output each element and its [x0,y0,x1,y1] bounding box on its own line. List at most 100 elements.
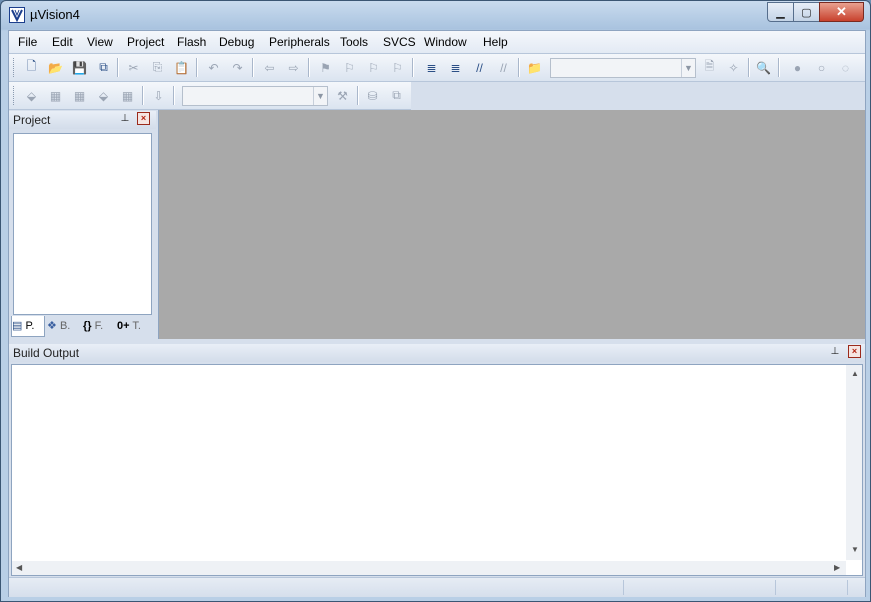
menu-bar: File Edit View Project Flash Debug Perip… [9,31,865,54]
menu-flash[interactable]: Flash [177,35,206,49]
project-panel-title: Project [13,113,51,127]
translate-icon[interactable]: ⬙ [23,87,40,104]
pin-icon[interactable]: ⊥ [829,346,841,358]
menu-file[interactable]: File [18,35,37,49]
horizontal-scrollbar[interactable]: ◀ ▶ [12,561,846,575]
menu-help[interactable]: Help [483,35,508,49]
tab-label: F. [94,320,104,332]
file-toolbar: 🗋 📂 💾 ⧉ ✂ ⎘ 📋 ↶ ↷ ⇦ ⇨ ⚑ ⚐ ⚐ ⚐ ≣ ≣ // // [9,54,865,82]
breakpoints-icon[interactable]: ◌ [837,59,854,76]
select-packet-icon[interactable]: ⧉ [388,87,405,104]
toolbar-separator [173,86,175,105]
paste-icon[interactable]: 📋 [173,59,190,76]
close-icon[interactable]: × [137,112,150,125]
minimize-button[interactable]: ▁ [767,2,794,22]
menu-tools[interactable]: Tools [340,35,368,49]
build-toolbar: ⬙ ▦ ▦ ⬙ ▦ ⇩ ▼ ⚒ ⛁ ⧉ [9,82,411,110]
bookmark-prev-icon[interactable]: ⚐ [341,59,358,76]
cut-icon[interactable]: ✂ [125,59,142,76]
pin-icon[interactable]: ⊥ [119,113,131,125]
project-panel-tabs: ▤ P. ❖ B. {} F. 0+ T. [11,316,154,338]
toolbar-separator [778,58,780,77]
client-area: File Edit View Project Flash Debug Perip… [8,30,866,597]
batch-build-icon[interactable]: ⬙ [95,87,112,104]
nav-back-icon[interactable]: ⇦ [261,59,278,76]
comment-icon[interactable]: // [471,59,488,76]
build-icon[interactable]: ▦ [47,87,64,104]
books-tab-icon: ❖ [47,320,57,332]
menu-view[interactable]: View [87,35,113,49]
nav-forward-icon[interactable]: ⇨ [285,59,302,76]
functions-tab-icon: {} [83,320,92,332]
download-icon[interactable]: ⇩ [150,87,167,104]
window-title: µVision4 [30,7,80,22]
redo-icon[interactable]: ↷ [229,59,246,76]
target-combo[interactable]: ▼ [182,86,328,106]
tab-books[interactable]: ❖ B. [47,316,79,336]
toolbar-grip[interactable] [13,58,17,77]
toolbar-separator [142,86,144,105]
find-in-files-icon[interactable]: 📁 [526,59,543,76]
main-window: µVision4 ▁ ▢ ✕ File Edit View Project Fl… [0,0,871,602]
find-combo[interactable]: ▼ [550,58,696,78]
tab-functions[interactable]: {} F. [83,316,115,336]
menu-svcs[interactable]: SVCS [383,35,416,49]
status-cell [775,580,846,595]
start-debug-icon[interactable]: ● [789,59,806,76]
menu-peripherals[interactable]: Peripherals [269,35,330,49]
build-output-title: Build Output [13,346,80,360]
copy-icon[interactable]: ⎘ [149,59,166,76]
toolbar-separator [308,58,310,77]
menu-debug[interactable]: Debug [219,35,254,49]
close-button[interactable]: ✕ [819,2,864,22]
toolbar-separator [518,58,520,77]
project-tab-icon: ▤ [12,320,23,332]
unindent-icon[interactable]: ≣ [447,59,464,76]
indent-icon[interactable]: ≣ [423,59,440,76]
rebuild-icon[interactable]: ▦ [71,87,88,104]
window-controls: ▁ ▢ ✕ [767,2,864,22]
chevron-down-icon[interactable]: ▼ [681,59,695,77]
editor-area[interactable] [158,110,865,339]
stop-build-icon[interactable]: ▦ [119,87,136,104]
project-panel-header: Project ⊥ × [9,111,156,129]
manage-components-icon[interactable]: ⛁ [364,87,381,104]
build-output-text[interactable]: ▲ ▼ ◀ ▶ [11,364,863,576]
tab-label: T. [132,320,141,332]
toolbar-separator [357,86,359,105]
build-output-header: Build Output ⊥ × [9,344,865,362]
scroll-down-icon[interactable]: ▼ [851,545,859,554]
incremental-find-icon[interactable]: 🗎 [701,59,718,76]
bookmark-next-icon[interactable]: ⚐ [365,59,382,76]
source-browser-icon[interactable]: ✧ [725,59,742,76]
tab-project[interactable]: ▤ P. [11,316,45,337]
title-bar[interactable]: µVision4 ▁ ▢ ✕ [1,1,870,29]
open-folder-icon[interactable]: 📂 [47,59,64,76]
bookmark-clear-icon[interactable]: ⚐ [389,59,406,76]
menu-window[interactable]: Window [424,35,467,49]
save-all-icon[interactable]: ⧉ [95,59,112,76]
tab-templates[interactable]: 0+ T. [117,316,151,336]
close-icon[interactable]: × [848,345,861,358]
uncomment-icon[interactable]: // [495,59,512,76]
scroll-up-icon[interactable]: ▲ [851,369,859,378]
toolbar-grip[interactable] [13,86,17,105]
scroll-left-icon[interactable]: ◀ [16,563,22,572]
scroll-right-icon[interactable]: ▶ [834,563,840,572]
undo-icon[interactable]: ↶ [205,59,222,76]
menu-project[interactable]: Project [127,35,164,49]
resize-grip-icon[interactable] [847,580,864,595]
project-tree[interactable] [13,133,152,315]
zoom-icon[interactable]: 🔍 [755,59,772,76]
maximize-button[interactable]: ▢ [793,2,820,22]
menu-edit[interactable]: Edit [52,35,73,49]
save-icon[interactable]: 💾 [71,59,88,76]
vertical-scrollbar[interactable]: ▲ ▼ [846,365,862,560]
chevron-down-icon[interactable]: ▼ [313,87,327,105]
toolbar-separator [196,58,198,77]
target-options-icon[interactable]: ⚒ [334,87,351,104]
new-file-icon[interactable]: 🗋 [23,59,40,76]
uvision-app-icon [9,7,25,23]
bookmark-insert-icon[interactable]: ⚑ [317,59,334,76]
insert-breakpoint-icon[interactable]: ○ [813,59,830,76]
